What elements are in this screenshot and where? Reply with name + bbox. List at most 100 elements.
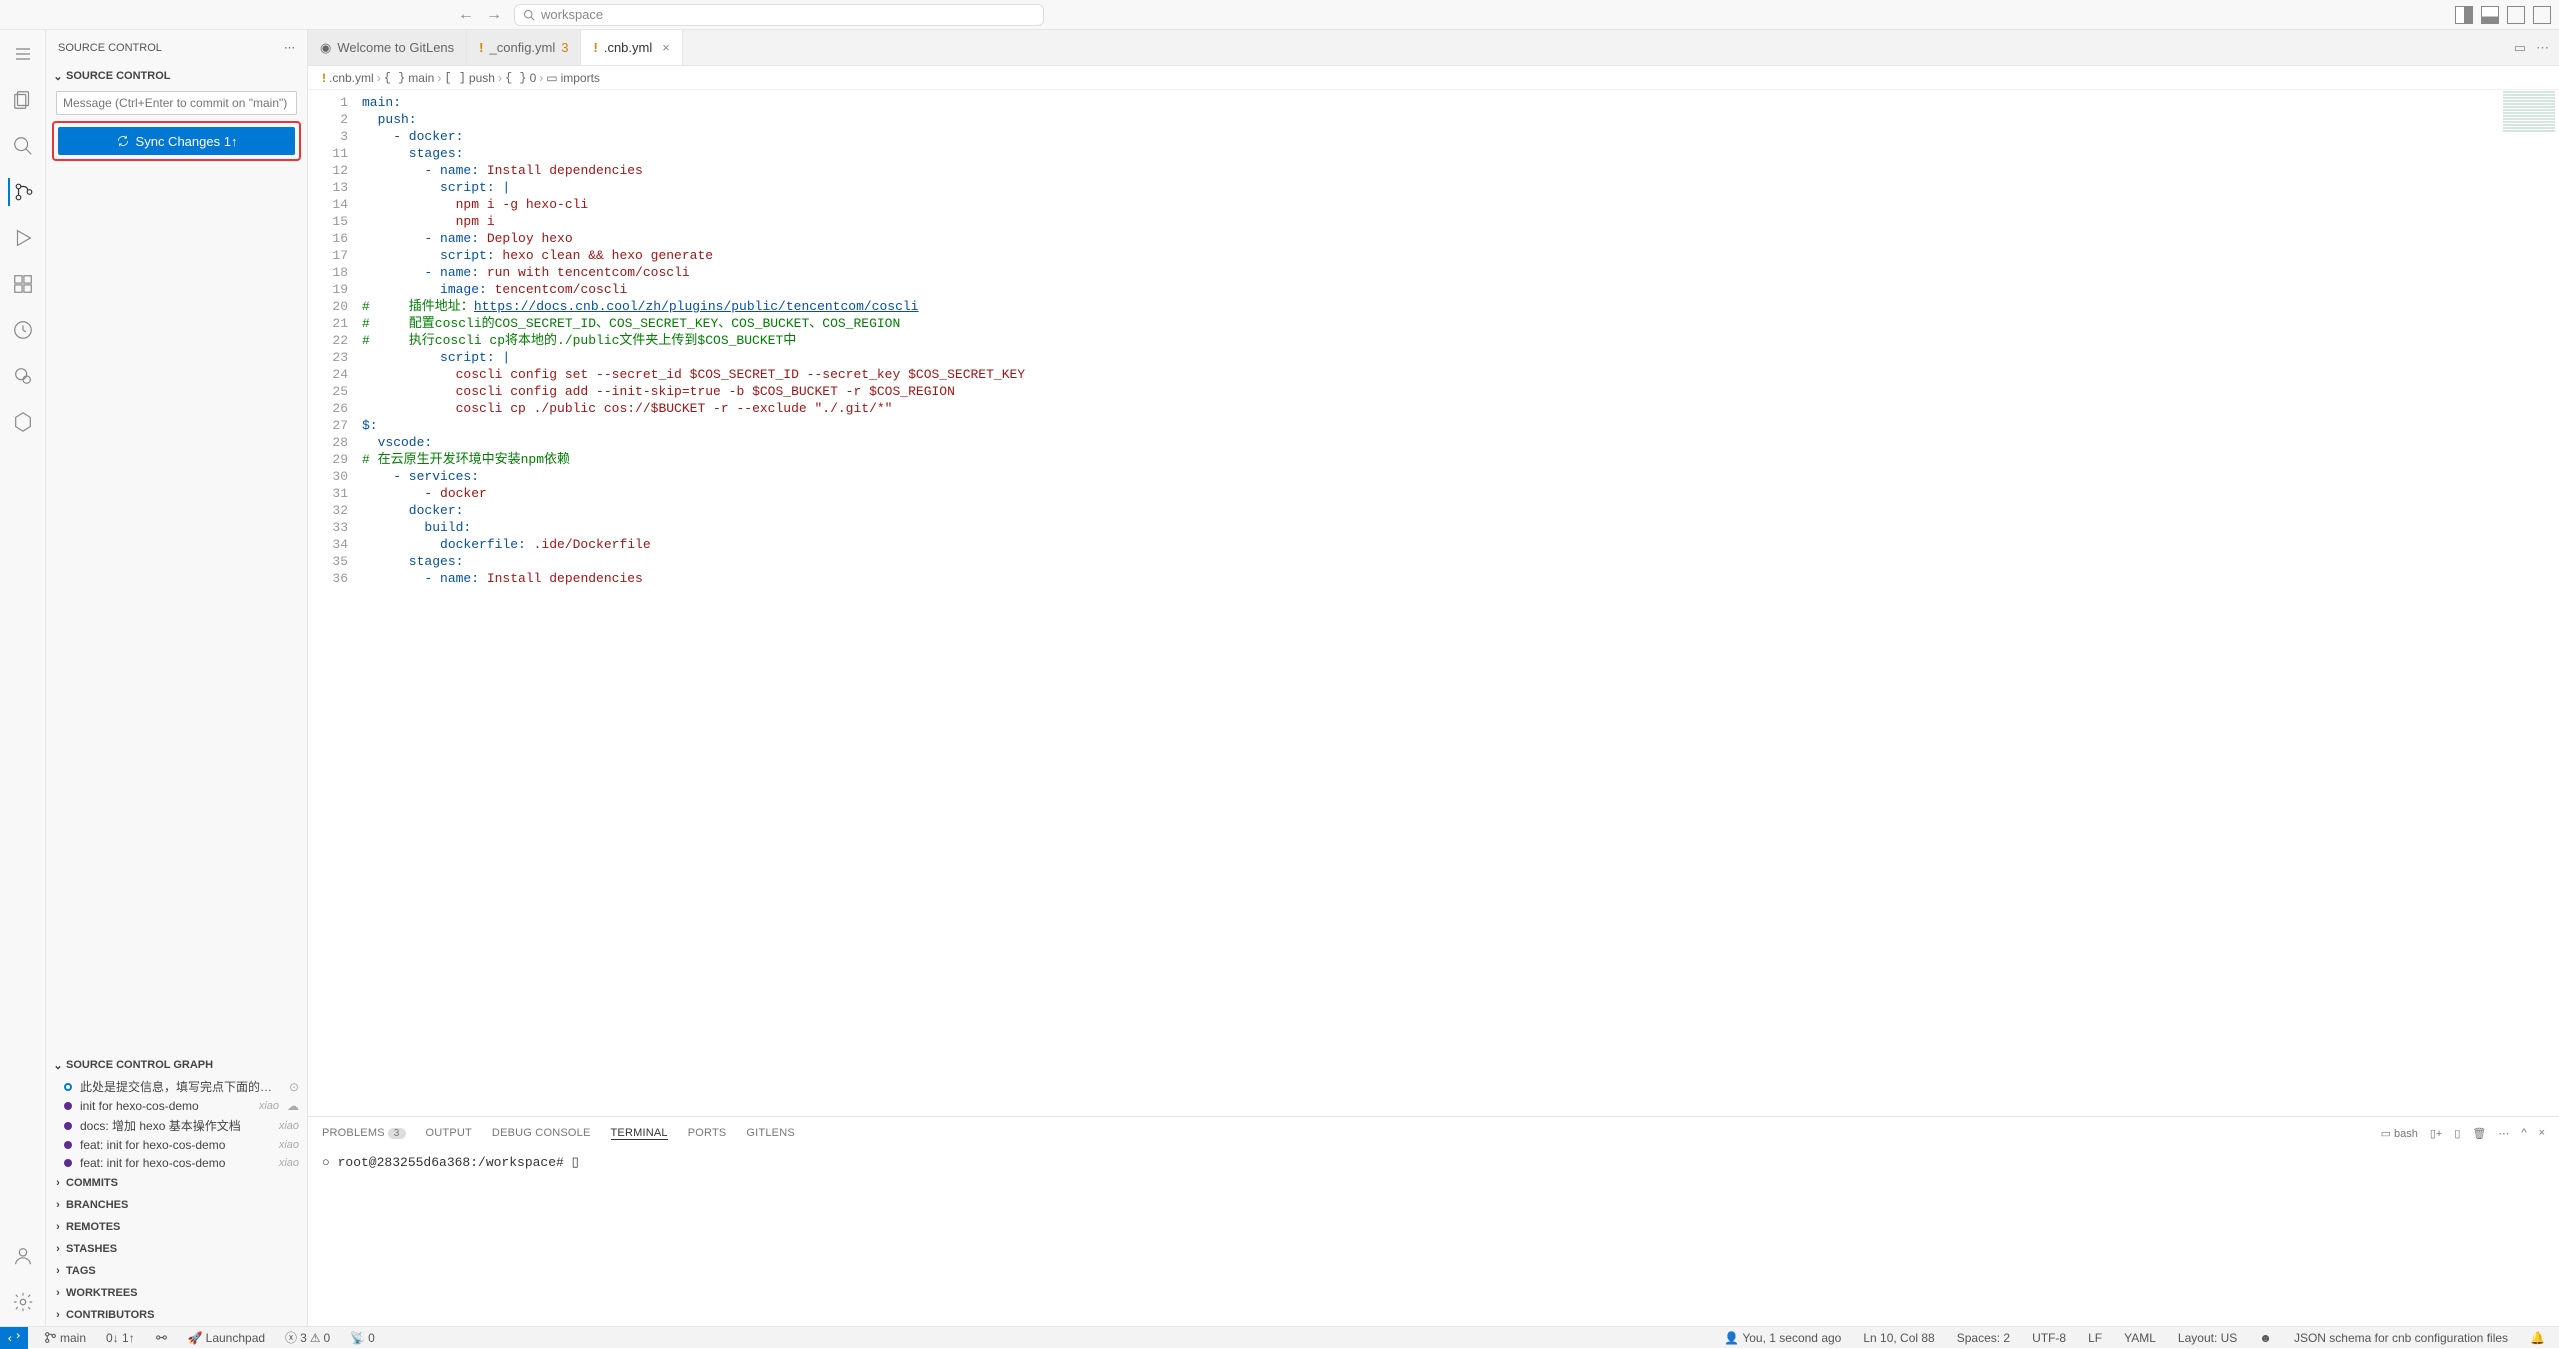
kill-terminal-icon[interactable]: 🗑 xyxy=(2472,1127,2486,1140)
line-numbers: 1231112131415161718192021222324252627282… xyxy=(308,90,362,1116)
split-terminal-icon[interactable]: ▯+ xyxy=(2430,1127,2442,1140)
panel-tab-debug[interactable]: DEBUG CONSOLE xyxy=(492,1127,591,1139)
schema-status[interactable]: JSON schema for cnb configuration files xyxy=(2290,1331,2512,1345)
blame-status[interactable]: 👤 You, 1 second ago xyxy=(1720,1331,1845,1345)
commit-message-input[interactable] xyxy=(56,91,297,115)
terminal-content[interactable]: ○ root@283255d6a368:/workspace# ▯ xyxy=(308,1149,2559,1326)
gitlens-icon: ◉ xyxy=(320,40,331,56)
status-bar: main 0↓ 1↑ 🚀 Launchpad ⓧ 3 ⚠ 0 📡 0 👤 You… xyxy=(0,1326,2559,1348)
sync-icon xyxy=(116,134,130,148)
section-source-control[interactable]: ⌄SOURCE CONTROL xyxy=(46,65,307,87)
command-center[interactable]: workspace xyxy=(514,4,1044,26)
breadcrumbs[interactable]: ! .cnb.yml› { }main› [ ]push› { }0› ▭imp… xyxy=(308,66,2559,90)
toggle-primary-sidebar-icon[interactable] xyxy=(2455,6,2473,24)
toggle-secondary-sidebar-icon[interactable] xyxy=(2507,6,2525,24)
maximize-panel-icon[interactable]: ^ xyxy=(2521,1127,2526,1139)
sync-changes-button[interactable]: Sync Changes 1↑ xyxy=(58,127,295,155)
editor-tabs: ◉Welcome to GitLens !_config.yml3 !.cnb.… xyxy=(308,30,2559,66)
graph-commit[interactable]: init for hexo-cos-demoxiao☁ xyxy=(46,1097,307,1115)
accounts-icon[interactable] xyxy=(9,1242,37,1270)
editor[interactable]: 1231112131415161718192021222324252627282… xyxy=(308,90,2559,1116)
close-panel-icon[interactable]: × xyxy=(2539,1127,2545,1139)
section-scm-graph[interactable]: ⌄SOURCE CONTROL GRAPH xyxy=(46,1054,307,1076)
bottom-panel: PROBLEMS3 OUTPUT DEBUG CONSOLE TERMINAL … xyxy=(308,1116,2559,1326)
sync-label: Sync Changes 1↑ xyxy=(136,134,238,149)
cursor-position[interactable]: Ln 10, Col 88 xyxy=(1859,1331,1938,1345)
feedback-icon[interactable]: ☻ xyxy=(2255,1331,2276,1345)
language-mode[interactable]: YAML xyxy=(2120,1331,2160,1345)
section-stashes[interactable]: ›STASHES xyxy=(46,1238,307,1260)
terminal-prompt: ○ root@283255d6a368:/workspace# ▯ xyxy=(322,1155,2545,1170)
sync-highlight-box: Sync Changes 1↑ xyxy=(52,121,301,161)
editor-group: ◉Welcome to GitLens !_config.yml3 !.cnb.… xyxy=(308,30,2559,1326)
code-content[interactable]: main: push: - docker: stages: - name: In… xyxy=(362,90,2559,1116)
launchpad-status[interactable]: 🚀 Launchpad xyxy=(184,1331,269,1345)
run-debug-icon[interactable] xyxy=(9,224,37,252)
sidebar-title: SOURCE CONTROL xyxy=(58,42,162,54)
titlebar: ← → workspace xyxy=(0,0,2559,30)
new-terminal-icon[interactable]: ▯ xyxy=(2454,1127,2460,1140)
search-placeholder: workspace xyxy=(541,7,603,22)
graph-commit[interactable]: feat: init for hexo-cos-demoxiao xyxy=(46,1154,307,1172)
gitlens-status-icon[interactable] xyxy=(151,1331,172,1344)
panel-tab-problems[interactable]: PROBLEMS3 xyxy=(322,1127,406,1139)
panel-tabs: PROBLEMS3 OUTPUT DEBUG CONSOLE TERMINAL … xyxy=(308,1117,2559,1149)
stash-icon: ⊙ xyxy=(289,1080,299,1094)
search-icon xyxy=(523,9,535,21)
problems-status[interactable]: ⓧ 3 ⚠ 0 xyxy=(281,1329,334,1346)
panel-tab-output[interactable]: OUTPUT xyxy=(426,1127,472,1139)
terminal-shell-label[interactable]: ▭ bash xyxy=(2381,1127,2418,1140)
eol-status[interactable]: LF xyxy=(2084,1331,2106,1345)
search-icon[interactable] xyxy=(9,132,37,160)
section-contributors[interactable]: ›CONTRIBUTORS xyxy=(46,1304,307,1326)
split-editor-icon[interactable]: ▭ xyxy=(2514,40,2526,56)
source-control-icon[interactable] xyxy=(8,178,36,206)
hex-icon[interactable] xyxy=(9,408,37,436)
branch-indicator[interactable]: main xyxy=(40,1331,90,1345)
minimap[interactable] xyxy=(2499,90,2559,190)
section-branches[interactable]: ›BRANCHES xyxy=(46,1194,307,1216)
panel-tab-ports[interactable]: PORTS xyxy=(688,1127,727,1139)
panel-tab-terminal[interactable]: TERMINAL xyxy=(611,1127,668,1140)
nav-back-icon[interactable]: ← xyxy=(458,6,474,24)
section-remotes[interactable]: ›REMOTES xyxy=(46,1216,307,1238)
gitlens-inspect-icon[interactable] xyxy=(9,362,37,390)
graph-commit[interactable]: feat: init for hexo-cos-demoxiao xyxy=(46,1136,307,1154)
indentation-status[interactable]: Spaces: 2 xyxy=(1953,1331,2014,1345)
panel-tab-gitlens[interactable]: GITLENS xyxy=(746,1127,794,1139)
tab-welcome-gitlens[interactable]: ◉Welcome to GitLens xyxy=(308,30,467,65)
more-editor-actions-icon[interactable]: ⋯ xyxy=(2536,40,2549,56)
remote-indicator[interactable] xyxy=(0,1327,28,1349)
more-actions-icon[interactable]: ⋯ xyxy=(284,41,295,54)
encoding-status[interactable]: UTF-8 xyxy=(2028,1331,2070,1345)
graph-commit[interactable]: docs: 增加 hexo 基本操作文档xiao xyxy=(46,1115,307,1136)
layout-controls xyxy=(2455,6,2551,24)
nav-forward-icon[interactable]: → xyxy=(486,6,502,24)
settings-gear-icon[interactable] xyxy=(9,1288,37,1316)
notifications-icon[interactable]: 🔔 xyxy=(2526,1331,2549,1345)
graph-list: 此处是提交信息，填写完点下面的按钮...⊙ init for hexo-cos-… xyxy=(46,1076,307,1172)
section-commits[interactable]: ›COMMITS xyxy=(46,1172,307,1194)
ports-status[interactable]: 📡 0 xyxy=(346,1331,379,1345)
nav-arrows: ← → xyxy=(458,6,502,24)
panel-more-icon[interactable]: ⋯ xyxy=(2498,1127,2509,1140)
sync-status[interactable]: 0↓ 1↑ xyxy=(102,1331,139,1345)
gitlens-icon[interactable] xyxy=(9,316,37,344)
sidebar-header: SOURCE CONTROL ⋯ xyxy=(46,30,307,65)
sidebar: SOURCE CONTROL ⋯ ⌄SOURCE CONTROL Sync Ch… xyxy=(46,30,308,1326)
section-worktrees[interactable]: ›WORKTREES xyxy=(46,1282,307,1304)
graph-commit[interactable]: 此处是提交信息，填写完点下面的按钮...⊙ xyxy=(46,1076,307,1097)
section-tags[interactable]: ›TAGS xyxy=(46,1260,307,1282)
explorer-icon[interactable] xyxy=(9,86,37,114)
commit-input[interactable] xyxy=(56,91,297,115)
tab-config-yml[interactable]: !_config.yml3 xyxy=(467,30,581,65)
cloud-icon: ☁ xyxy=(287,1099,299,1113)
activity-bar xyxy=(0,30,46,1326)
menu-icon[interactable] xyxy=(9,40,37,68)
close-tab-icon[interactable]: × xyxy=(662,40,670,55)
tab-cnb-yml[interactable]: !.cnb.yml× xyxy=(581,30,682,65)
toggle-panel-icon[interactable] xyxy=(2481,6,2499,24)
customize-layout-icon[interactable] xyxy=(2533,6,2551,24)
layout-status[interactable]: Layout: US xyxy=(2174,1331,2241,1345)
extensions-icon[interactable] xyxy=(9,270,37,298)
